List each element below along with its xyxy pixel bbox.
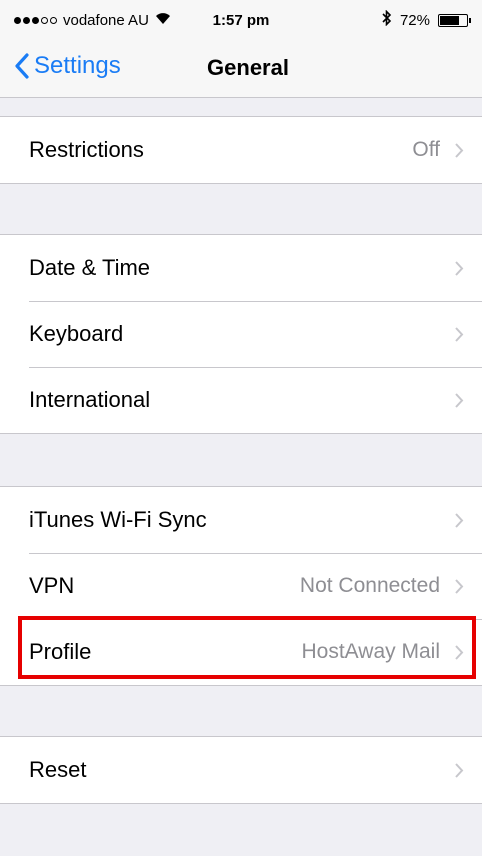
carrier-status: vodafone AU [14, 12, 171, 29]
row-label: International [29, 387, 151, 412]
row-international[interactable]: International [0, 367, 482, 433]
row-label: Profile [29, 639, 92, 664]
date-keyboard-group: Date & Time Keyboard International [0, 234, 482, 434]
row-date-time[interactable]: Date & Time [0, 235, 482, 301]
chevron-right-icon [455, 512, 464, 528]
battery-percent: 72% [399, 11, 430, 29]
bluetooth-icon [382, 9, 392, 30]
row-label: VPN [29, 573, 75, 598]
row-value: Not Connected [299, 574, 440, 597]
chevron-right-icon [455, 578, 464, 594]
row-label: Date & Time [29, 255, 151, 280]
row-reset[interactable]: Reset [0, 737, 482, 803]
row-itunes-wifi-sync[interactable]: iTunes Wi-Fi Sync [0, 487, 482, 553]
reset-group: Reset [0, 736, 482, 804]
chevron-right-icon [455, 142, 464, 158]
row-label: Reset [29, 757, 87, 782]
row-vpn[interactable]: VPN Not Connected [0, 553, 482, 619]
signal-strength-icon [14, 16, 57, 24]
wifi-icon [155, 12, 171, 28]
row-profile[interactable]: Profile HostAway Mail [0, 619, 482, 685]
chevron-right-icon [455, 260, 464, 276]
row-value: Off [412, 138, 440, 161]
status-time: 1:57 pm [212, 11, 270, 29]
chevron-right-icon [455, 762, 464, 778]
chevron-right-icon [455, 326, 464, 342]
row-label: Restrictions [29, 137, 144, 162]
chevron-right-icon [455, 644, 464, 660]
row-value: HostAway Mail [301, 640, 441, 663]
restrictions-group: Restrictions Off [0, 116, 482, 184]
status-bar: vodafone AU 1:57 pm 72% [0, 0, 482, 40]
chevron-right-icon [455, 392, 464, 408]
row-keyboard[interactable]: Keyboard [0, 301, 482, 367]
navigation-bar: Settings General [0, 40, 482, 98]
row-label: Keyboard [29, 321, 124, 346]
page-title: General [207, 55, 289, 80]
carrier-name: vodafone AU [63, 11, 149, 29]
row-restrictions[interactable]: Restrictions Off [0, 117, 482, 183]
row-label: iTunes Wi-Fi Sync [29, 507, 207, 532]
sync-vpn-profile-group: iTunes Wi-Fi Sync VPN Not Connected Prof… [0, 486, 482, 686]
battery-icon [438, 13, 471, 27]
